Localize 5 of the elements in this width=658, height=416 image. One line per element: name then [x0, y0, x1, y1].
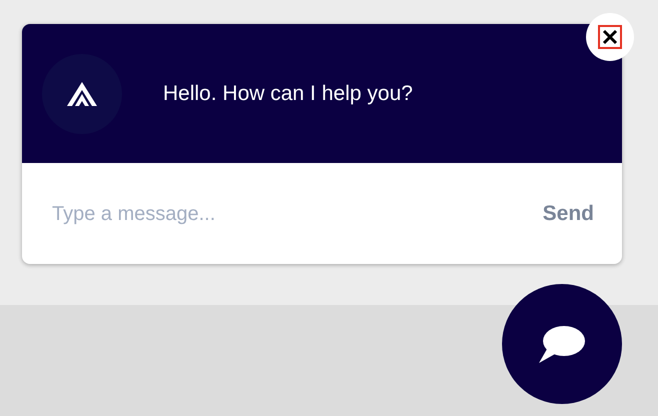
speech-bubble-icon — [539, 325, 585, 363]
close-icon — [598, 25, 622, 49]
greeting-message: Hello. How can I help you? — [163, 80, 413, 107]
send-button[interactable]: Send — [542, 198, 594, 230]
message-input[interactable]: Type a message... — [52, 198, 543, 228]
